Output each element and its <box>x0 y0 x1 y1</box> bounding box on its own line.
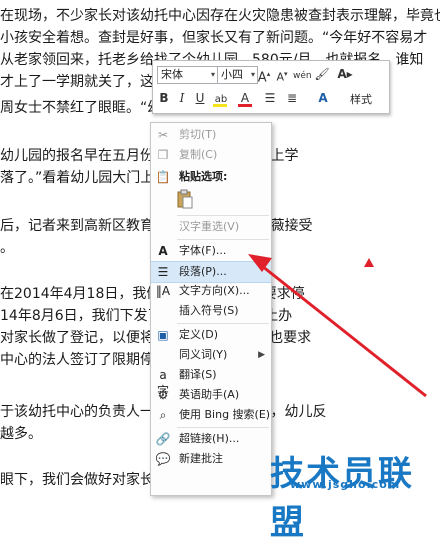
red-arrow-annotation <box>248 254 427 398</box>
watermark-logo: 技术员联盟 <box>270 454 414 543</box>
arrow-shaft <box>261 264 427 398</box>
watermark-url: www.jsgho.com <box>290 478 401 491</box>
